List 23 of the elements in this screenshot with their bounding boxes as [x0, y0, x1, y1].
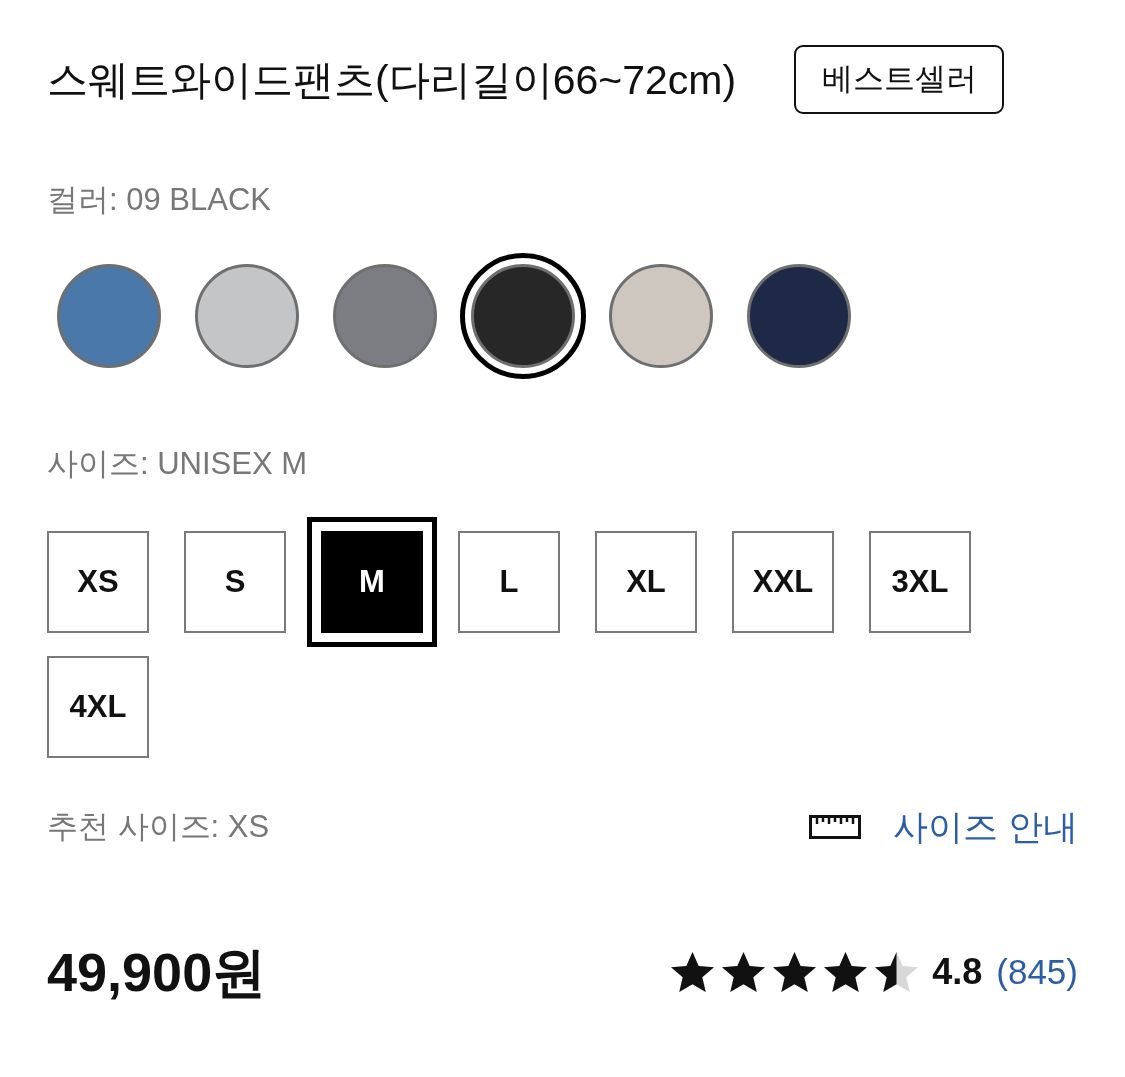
size-option[interactable]: XXL [732, 531, 834, 633]
recommended-size: 추천 사이즈: XS [47, 807, 270, 846]
size-option[interactable]: M [307, 517, 437, 647]
size-label: 사이즈: UNISEX M [47, 445, 308, 483]
rating-score: 4.8 [932, 950, 983, 994]
half-star-icon [875, 952, 919, 992]
star-icon [824, 952, 868, 992]
product-title: 스웨트와이드팬츠(다리길이66~72cm) [47, 55, 737, 105]
size-option[interactable]: 3XL [869, 531, 971, 633]
size-option[interactable]: 4XL [47, 656, 149, 758]
color-label: 컬러: 09 BLACK [47, 181, 271, 219]
size-option[interactable]: L [458, 531, 560, 633]
ruler-icon [809, 815, 862, 839]
price: 49,900원 [47, 941, 267, 1004]
size-option[interactable]: S [184, 531, 286, 633]
star-icon [722, 952, 766, 992]
size-guide-link[interactable]: 사이즈 안내 [809, 800, 1078, 854]
review-count: (845) [996, 950, 1078, 993]
star-icon [671, 952, 715, 992]
bestseller-badge: 베스트셀러 [794, 45, 1004, 114]
size-option[interactable]: XL [595, 531, 697, 633]
size-option[interactable]: XS [47, 531, 149, 633]
star-icon [773, 952, 817, 992]
